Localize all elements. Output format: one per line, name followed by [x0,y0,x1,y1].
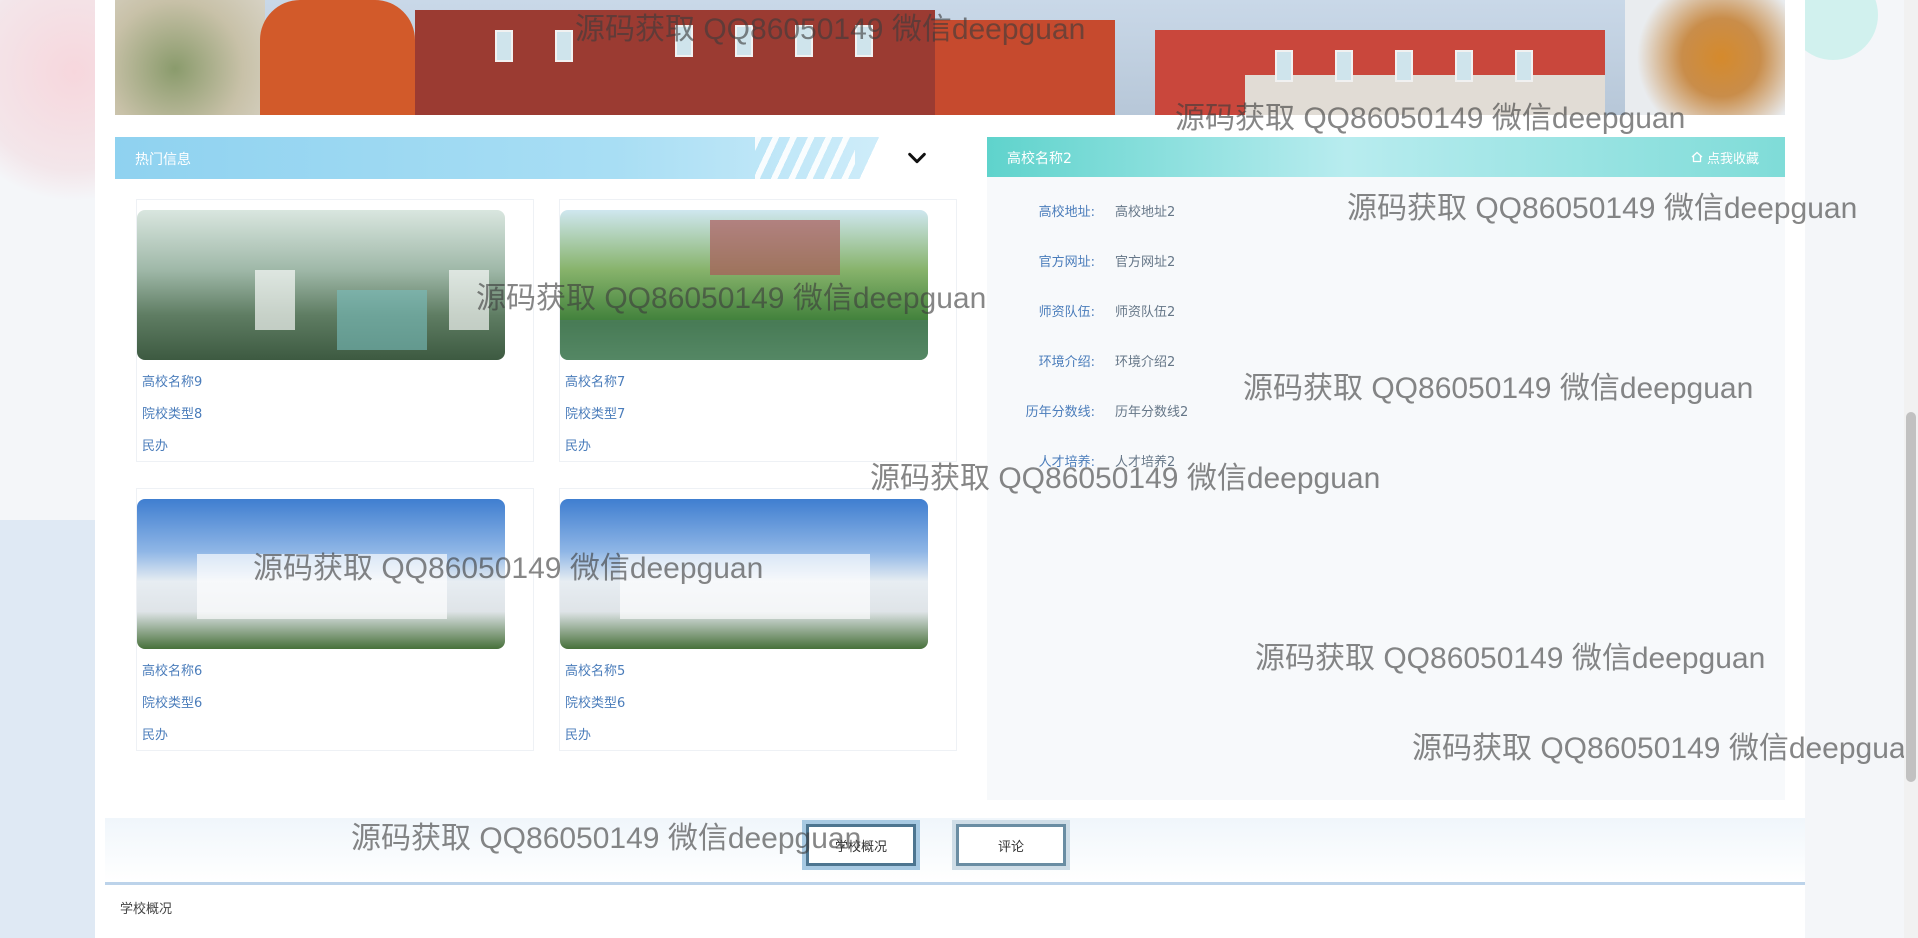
school-type: 院校类型6 [565,696,626,711]
school-name[interactable]: 高校名称5 [565,660,625,679]
school-name[interactable]: 高校名称9 [142,371,202,390]
school-card[interactable]: 高校名称6 院校类型6 民办 [136,488,534,751]
favorite-label: 点我收藏 [1706,151,1759,167]
campus-banner-image [115,0,1785,115]
info-row-address: 高校地址: 高校地址2 [987,201,1785,221]
info-row-environment: 环境介绍: 环境介绍2 [987,351,1785,371]
info-label: 官方网址: [1038,255,1095,270]
tab-comments[interactable]: 评论 [952,820,1070,870]
school-detail-header: 高校名称2 点我收藏 [987,137,1785,177]
school-thumbnail[interactable] [137,210,505,360]
school-type: 院校类型7 [565,407,626,422]
school-type: 院校类型8 [142,407,203,422]
info-value: 历年分数线2 [1115,405,1189,420]
info-value: 环境介绍2 [1115,355,1176,370]
info-value: 高校地址2 [1115,205,1176,220]
hot-info-panel: 热门信息 高校名称9 院校类型8 民办 高校名称7 院校类型7 民办 高校名称6… [115,137,957,800]
school-nature: 民办 [565,439,592,454]
info-row-talent: 人才培养: 人才培养2 [987,451,1785,471]
hot-info-header: 热门信息 [115,137,947,179]
info-label: 环境介绍: [1038,355,1095,370]
school-card[interactable]: 高校名称7 院校类型7 民办 [559,199,957,462]
info-value: 官方网址2 [1115,255,1176,270]
info-value: 师资队伍2 [1115,305,1176,320]
section-title: 学校概况 [120,902,173,917]
tab-school-overview[interactable]: 学校概况 [802,820,920,870]
info-label: 历年分数线: [1025,405,1095,420]
school-name[interactable]: 高校名称6 [142,660,202,679]
info-label: 师资队伍: [1038,305,1095,320]
school-thumbnail[interactable] [560,210,928,360]
favorite-button[interactable]: 点我收藏 [1691,147,1759,167]
school-thumbnail[interactable] [137,499,505,649]
school-thumbnail[interactable] [560,499,928,649]
info-row-scores: 历年分数线: 历年分数线2 [987,401,1785,421]
collapse-toggle-button[interactable] [891,140,943,176]
school-detail-panel: 高校名称2 点我收藏 高校地址: 高校地址2 官方网址: 官方网址2 师资队伍:… [987,137,1785,800]
info-row-website: 官方网址: 官方网址2 [987,251,1785,271]
detail-tab-bar: 学校概况 评论 [105,818,1805,885]
school-name[interactable]: 高校名称7 [565,371,625,390]
info-value: 人才培养2 [1115,455,1176,470]
school-nature: 民办 [565,728,592,743]
chevron-down-icon [908,152,926,164]
school-detail-title: 高校名称2 [1007,151,1072,167]
home-icon [1691,151,1703,163]
info-label: 人才培养: [1038,455,1095,470]
scrollbar-thumb[interactable] [1906,412,1916,782]
page-container: 热门信息 高校名称9 院校类型8 民办 高校名称7 院校类型7 民办 高校名称6… [95,0,1805,938]
hot-info-title: 热门信息 [135,152,191,168]
school-card[interactable]: 高校名称5 院校类型6 民办 [559,488,957,751]
school-nature: 民办 [142,439,169,454]
school-type: 院校类型6 [142,696,203,711]
school-nature: 民办 [142,728,169,743]
info-row-faculty: 师资队伍: 师资队伍2 [987,301,1785,321]
school-card[interactable]: 高校名称9 院校类型8 民办 [136,199,534,462]
info-label: 高校地址: [1038,205,1095,220]
page-scrollbar[interactable] [1904,0,1918,938]
